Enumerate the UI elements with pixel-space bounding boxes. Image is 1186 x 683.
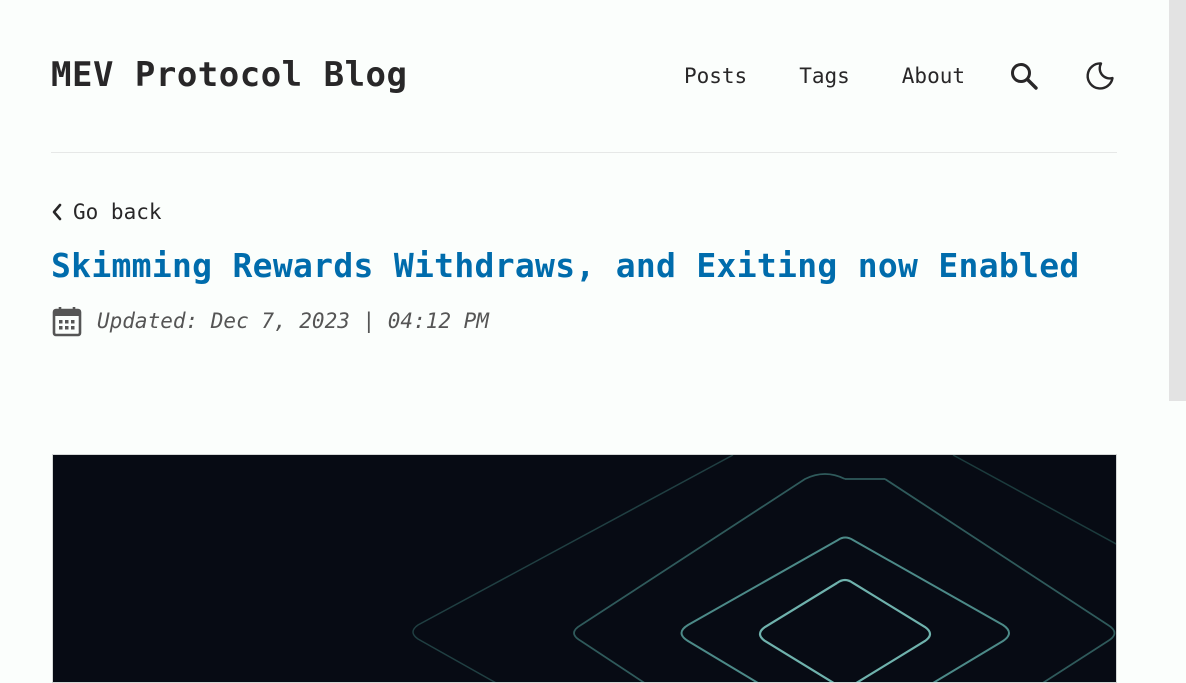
nav-posts-link[interactable]: Posts xyxy=(684,64,747,88)
go-back-link[interactable]: Go back xyxy=(51,200,162,224)
search-icon xyxy=(1011,63,1038,90)
main-nav: Posts Tags About xyxy=(684,56,1117,96)
calendar-icon xyxy=(52,307,82,337)
post-updated-datetime: Updated: Dec 7, 2023 | 04:12 PM xyxy=(97,309,489,333)
site-title-link[interactable]: MEV Protocol Blog xyxy=(51,55,408,95)
go-back-label: Go back xyxy=(73,200,162,224)
post-hero-image xyxy=(52,454,1117,683)
search-button[interactable] xyxy=(1007,59,1041,93)
post-meta: Updated: Dec 7, 2023 | 04:12 PM xyxy=(51,305,489,337)
site-header: MEV Protocol Blog Posts Tags About xyxy=(51,0,1117,153)
nav-tags-link[interactable]: Tags xyxy=(799,64,850,88)
theme-toggle-button[interactable] xyxy=(1083,59,1117,93)
moon-icon xyxy=(1086,62,1114,90)
post-title: Skimming Rewards Withdraws, and Exiting … xyxy=(51,246,1080,285)
page: MEV Protocol Blog Posts Tags About Go ba… xyxy=(0,0,1186,683)
hero-diamond-graphic xyxy=(412,455,1116,682)
scrollbar-thumb[interactable] xyxy=(1169,0,1186,401)
scrollbar-track[interactable] xyxy=(1169,0,1186,683)
nav-about-link[interactable]: About xyxy=(902,64,965,88)
chevron-left-icon xyxy=(52,203,62,221)
